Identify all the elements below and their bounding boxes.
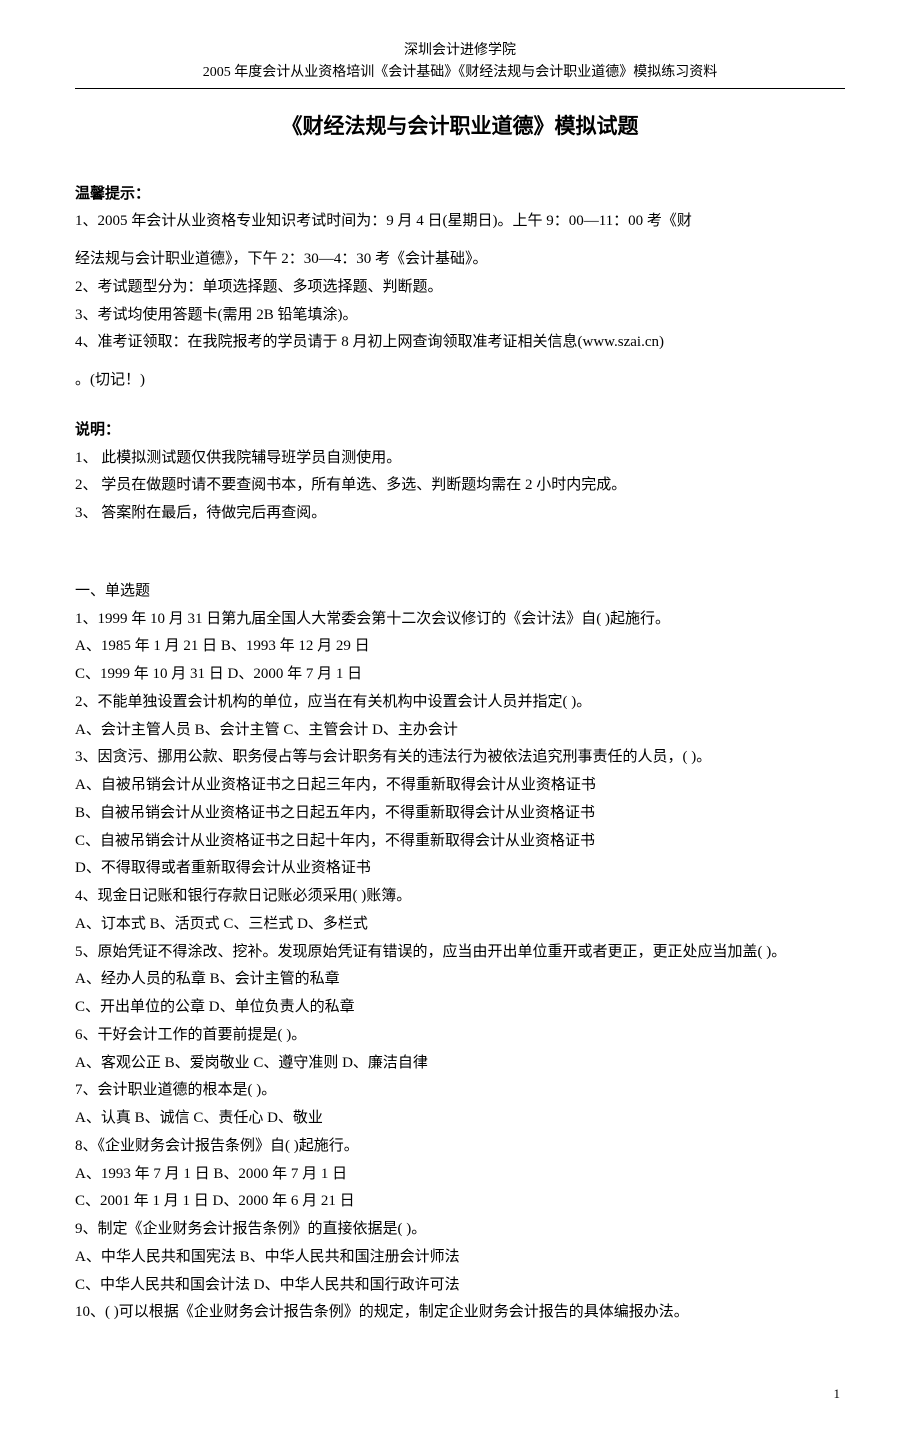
document-title: 《财经法规与会计职业道德》模拟试题 [75,107,845,146]
question-line: 9、制定《企业财务会计报告条例》的直接依据是( )。 [75,1216,845,1244]
question-line: 4、现金日记账和银行存款日记账必须采用( )账簿。 [75,883,845,911]
question-line: A、经办人员的私章 B、会计主管的私章 [75,966,845,994]
question-line: C、自被吊销会计从业资格证书之日起十年内，不得重新取得会计从业资格证书 [75,828,845,856]
tips-item: 4、准考证领取：在我院报考的学员请于 8 月初上网查询领取准考证相关信息(www… [75,329,845,357]
notes-item: 3、 答案附在最后，待做完后再查阅。 [75,500,845,528]
question-line: 10、( )可以根据《企业财务会计报告条例》的规定，制定企业财务会计报告的具体编… [75,1299,845,1327]
notes-item: 1、 此模拟测试题仅供我院辅导班学员自测使用。 [75,445,845,473]
page-header: 深圳会计进修学院 2005 年度会计从业资格培训《会计基础》《财经法规与会计职业… [75,40,845,89]
tips-item: 2、考试题型分为：单项选择题、多项选择题、判断题。 [75,274,845,302]
question-line: A、中华人民共和国宪法 B、中华人民共和国注册会计师法 [75,1244,845,1272]
question-line: C、开出单位的公章 D、单位负责人的私章 [75,994,845,1022]
question-line: D、不得取得或者重新取得会计从业资格证书 [75,855,845,883]
question-line: 7、会计职业道德的根本是( )。 [75,1077,845,1105]
question-line: 3、因贪污、挪用公款、职务侵占等与会计职务有关的违法行为被依法追究刑事责任的人员… [75,744,845,772]
question-line: 8、《企业财务会计报告条例》自( )起施行。 [75,1133,845,1161]
question-line: 2、不能单独设置会计机构的单位，应当在有关机构中设置会计人员并指定( )。 [75,689,845,717]
header-line-1: 深圳会计进修学院 [75,40,845,62]
notes-item: 2、 学员在做题时请不要查阅书本，所有单选、多选、判断题均需在 2 小时内完成。 [75,472,845,500]
question-line: A、自被吊销会计从业资格证书之日起三年内，不得重新取得会计从业资格证书 [75,772,845,800]
question-line: A、1993 年 7 月 1 日 B、2000 年 7 月 1 日 [75,1161,845,1189]
tips-item: 1、2005 年会计从业资格专业知识考试时间为：9 月 4 日(星期日)。上午 … [75,208,845,236]
question-line: 6、干好会计工作的首要前提是( )。 [75,1022,845,1050]
section1-header: 一、单选题 [75,578,845,606]
question-line: 5、原始凭证不得涂改、挖补。发现原始凭证有错误的，应当由开出单位重开或者更正，更… [75,939,845,967]
question-line: C、1999 年 10 月 31 日 D、2000 年 7 月 1 日 [75,661,845,689]
tips-item: 经法规与会计职业道德》，下午 2：30—4：30 考《会计基础》。 [75,246,845,274]
page-number: 1 [75,1382,845,1406]
question-line: C、2001 年 1 月 1 日 D、2000 年 6 月 21 日 [75,1188,845,1216]
question-line: A、认真 B、诚信 C、责任心 D、敬业 [75,1105,845,1133]
tips-header: 温馨提示： [75,181,845,209]
header-line-2: 2005 年度会计从业资格培训《会计基础》《财经法规与会计职业道德》模拟练习资料 [75,62,845,84]
notes-header: 说明： [75,417,845,445]
question-line: A、客观公正 B、爱岗敬业 C、遵守准则 D、廉洁自律 [75,1050,845,1078]
question-line: A、订本式 B、活页式 C、三栏式 D、多栏式 [75,911,845,939]
question-line: B、自被吊销会计从业资格证书之日起五年内，不得重新取得会计从业资格证书 [75,800,845,828]
tips-item: 3、考试均使用答题卡(需用 2B 铅笔填涂)。 [75,302,845,330]
question-line: C、中华人民共和国会计法 D、中华人民共和国行政许可法 [75,1272,845,1300]
question-line: 1、1999 年 10 月 31 日第九届全国人大常委会第十二次会议修订的《会计… [75,606,845,634]
question-line: A、会计主管人员 B、会计主管 C、主管会计 D、主办会计 [75,717,845,745]
tips-item: 。(切记！) [75,367,845,395]
question-line: A、1985 年 1 月 21 日 B、1993 年 12 月 29 日 [75,633,845,661]
